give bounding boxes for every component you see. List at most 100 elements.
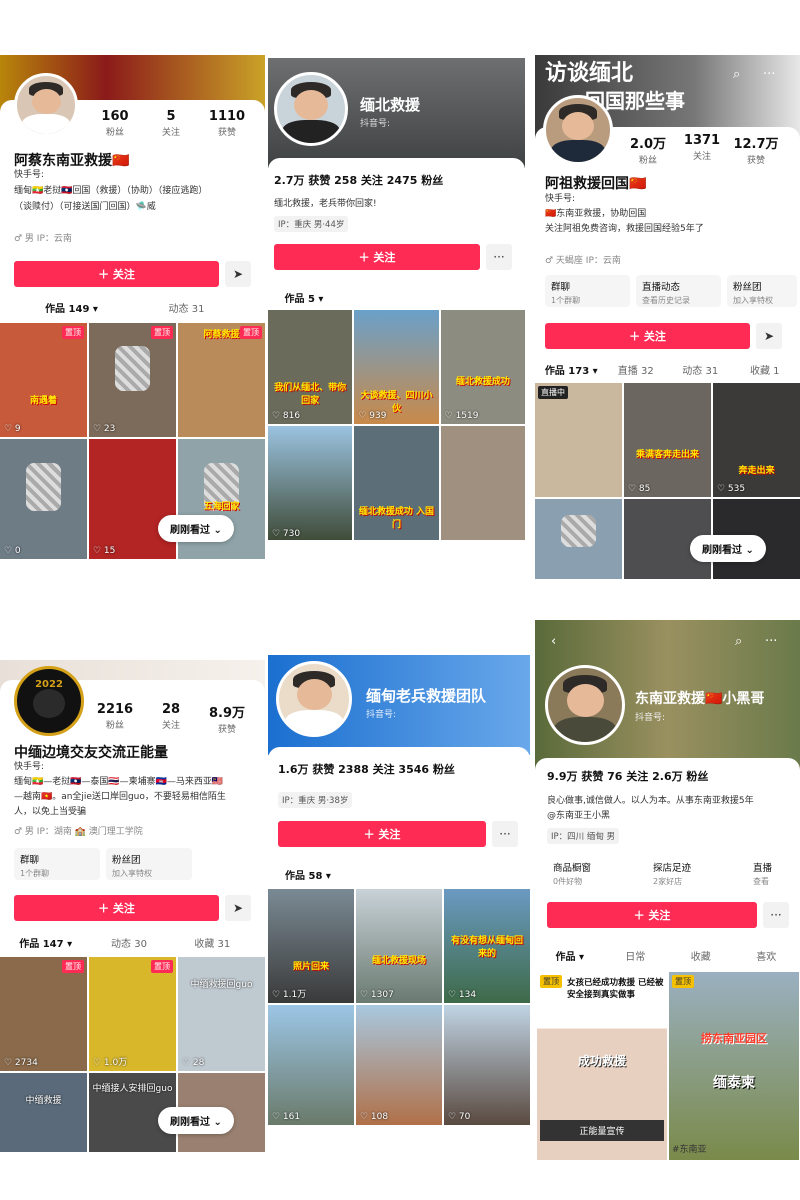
- video-thumb[interactable]: 大谈救援、四川小伙 ♡ 939: [354, 310, 439, 424]
- store-visits-card[interactable]: 探店足迹 2家好店: [647, 856, 739, 888]
- search-icon[interactable]: ⌕: [735, 634, 742, 649]
- video-thumb[interactable]: ♡ 15: [89, 439, 176, 559]
- video-thumb[interactable]: ♡ 730: [268, 426, 353, 540]
- avatar[interactable]: [545, 665, 625, 745]
- live-card[interactable]: 直播 查看: [747, 856, 800, 888]
- tab-favorites[interactable]: 收藏 1: [733, 362, 798, 377]
- video-thumb[interactable]: [440, 426, 525, 540]
- profile-tags: ♂ 天蝎座 IP：云南: [545, 256, 621, 266]
- stat-following: 5 关注: [161, 109, 180, 138]
- share-button[interactable]: ➤: [756, 323, 782, 349]
- video-thumb[interactable]: 中缅救援: [0, 1073, 87, 1152]
- follow-button[interactable]: ＋ 关注: [545, 323, 750, 349]
- stat-following: 1371 关注: [683, 133, 721, 162]
- video-thumb[interactable]: ♡ 0: [0, 439, 87, 559]
- more-icon[interactable]: ···: [763, 67, 775, 82]
- recently-watched-button[interactable]: 刷刚看过 ⌄: [158, 515, 234, 542]
- follow-button[interactable]: ＋ 关注: [274, 244, 480, 270]
- tab-likes[interactable]: 喜欢: [734, 948, 800, 963]
- video-thumb[interactable]: 置顶 捞东南亚园区 缅泰柬 #东南亚: [669, 972, 799, 1160]
- profile-panel-1: 160 粉丝 5 关注 1110 获赞 阿蔡东南亚救援🇨🇳 快手号: 缅甸🇲🇲老挝🇱🇦…: [0, 55, 265, 560]
- bio-line-1: 缅甸🇲🇲老挝🇱🇦回国（救援）（协助）（接应逃跑）: [14, 186, 208, 196]
- stats-line: 1.6万 获赞 2388 关注 3546 粉丝: [278, 763, 455, 776]
- live-history-card[interactable]: 直播动态 查看历史记录: [636, 275, 721, 307]
- more-button[interactable]: ···: [486, 244, 512, 270]
- fan-club-card[interactable]: 粉丝团 加入享特权: [106, 848, 192, 880]
- tab-works[interactable]: 作品 173 ▾: [539, 362, 604, 377]
- video-thumb[interactable]: 照片回来 ♡ 1.1万: [268, 889, 354, 1003]
- share-button[interactable]: ➤: [225, 895, 251, 921]
- avatar[interactable]: [276, 661, 352, 737]
- video-thumb[interactable]: 阿蔡救援 置顶: [178, 323, 265, 437]
- video-thumb[interactable]: 缅北救援成功 ♡ 1519: [440, 310, 525, 424]
- profile-tags: ♂ 男 IP：云南: [14, 234, 72, 244]
- account-id-label: 抖音号:: [635, 713, 666, 723]
- fan-club-card[interactable]: 粉丝团 加入享特权: [727, 275, 797, 307]
- video-thumb[interactable]: 我们从缅北、带你回家 ♡ 816: [268, 310, 353, 424]
- video-thumb[interactable]: ♡ 108: [356, 1005, 442, 1125]
- tab-works[interactable]: 作品 147 ▾: [4, 935, 87, 950]
- tab-dynamics[interactable]: 动态 31: [129, 300, 244, 315]
- stat-fans: 2216 粉丝: [96, 702, 134, 731]
- video-thumb[interactable]: 置顶 ♡ 23: [89, 323, 176, 437]
- video-thumb[interactable]: 直播中: [535, 383, 622, 497]
- video-thumb[interactable]: 置顶 ♡ 1.0万: [89, 957, 176, 1071]
- avatar[interactable]: 2022: [14, 666, 84, 736]
- avatar[interactable]: [14, 73, 78, 137]
- share-button[interactable]: ➤: [225, 261, 251, 287]
- profile-panel-3: 访谈缅北 回国那些事 ⌕ ··· 2.0万 粉丝 1371 关注 12.7万 获赞 阿…: [535, 55, 800, 580]
- video-thumb[interactable]: 南遇着 置顶 ♡ 9: [0, 323, 87, 437]
- account-id-label: 快手号:: [545, 194, 576, 204]
- video-grid: 我们从缅北、带你回家 ♡ 816 大谈救援、四川小伙 ♡ 939 缅北救援成功 ♡ 1…: [268, 310, 525, 540]
- follow-button[interactable]: ＋ 关注: [278, 821, 486, 847]
- tab-dynamics[interactable]: 动态 31: [668, 362, 733, 377]
- profile-tags: ♂ 男 IP：湖南 🏫 澳门理工学院: [14, 827, 143, 837]
- video-thumb[interactable]: 缅北救援现场 ♡ 1307: [356, 889, 442, 1003]
- profile-tags: IP：重庆 男·38岁: [278, 792, 353, 808]
- tab-favorites[interactable]: 收藏: [668, 948, 734, 963]
- tab-live[interactable]: 直播 32: [604, 362, 669, 377]
- back-icon[interactable]: ‹: [551, 634, 556, 649]
- video-thumb[interactable]: ♡ 70: [444, 1005, 530, 1125]
- recently-watched-button[interactable]: 刷刚看过 ⌄: [690, 535, 766, 562]
- video-thumb[interactable]: 有没有想从缅甸回来的 ♡ 134: [444, 889, 530, 1003]
- video-thumb[interactable]: [535, 499, 622, 579]
- video-thumb[interactable]: 置顶 女孩已经成功救援 已经被安全接到真实做事 成功救援 正能量宣传: [537, 972, 667, 1160]
- follow-button[interactable]: ＋ 关注: [547, 902, 757, 928]
- tab-works[interactable]: 作品 149 ▾: [14, 300, 129, 315]
- tab-works[interactable]: 作品 5 ▾: [274, 290, 334, 305]
- shop-window-card[interactable]: 商品橱窗 0件好物: [547, 856, 639, 888]
- video-thumb[interactable]: 乘满客奔走出来 ♡ 85: [624, 383, 711, 497]
- more-button[interactable]: ···: [492, 821, 518, 847]
- video-thumb[interactable]: 置顶 ♡ 2734: [0, 957, 87, 1071]
- tab-dynamics[interactable]: 动态 30: [87, 935, 170, 950]
- stats-line: 9.9万 获赞 76 关注 2.6万 粉丝: [547, 770, 709, 783]
- tab-favorites[interactable]: 收藏 31: [171, 935, 254, 950]
- bio-line-2: @东南亚王小黑: [547, 811, 611, 821]
- bio-line-3: 人，以免上当受骗: [14, 807, 87, 817]
- content-tabs: 作品 149 ▾ 动态 31: [14, 300, 244, 315]
- tab-works[interactable]: 作品 ▾: [537, 948, 603, 963]
- more-icon[interactable]: ···: [765, 634, 777, 649]
- more-button[interactable]: ···: [763, 902, 789, 928]
- avatar[interactable]: [274, 72, 348, 146]
- tab-works[interactable]: 作品 58 ▾: [278, 867, 338, 882]
- avatar[interactable]: [543, 95, 613, 165]
- video-thumb[interactable]: ♡ 161: [268, 1005, 354, 1125]
- recently-watched-button[interactable]: 刷刚看过 ⌄: [158, 1107, 234, 1134]
- video-thumb[interactable]: 奔走出来 ♡ 535: [713, 383, 800, 497]
- group-chat-card[interactable]: 群聊 1个群聊: [545, 275, 630, 307]
- tab-daily[interactable]: 日常: [603, 948, 669, 963]
- video-thumb[interactable]: 缅北救援成功 入国门: [354, 426, 439, 540]
- cover-title: 缅甸老兵救援团队: [366, 687, 487, 705]
- search-icon[interactable]: ⌕: [733, 67, 740, 82]
- follow-button[interactable]: ＋ 关注: [14, 895, 219, 921]
- video-thumb[interactable]: 中缅救援回guo ♡ 28: [178, 957, 265, 1071]
- group-chat-card[interactable]: 群聊 1个群聊: [14, 848, 100, 880]
- bio-line-1: 良心做事,诚信做人。以人为本。从事东南亚救援5年: [547, 796, 754, 806]
- profile-panel-6: ‹ ⌕ ··· 东南亚救援🇨🇳小黑哥 抖音号: 9.9万 获赞 76 关注 2.…: [535, 620, 800, 1160]
- content-tabs: 作品 147 ▾ 动态 30 收藏 31: [4, 935, 254, 950]
- follow-button[interactable]: ＋ 关注: [14, 261, 219, 287]
- bio-line-1: 缅甸🇲🇲—老挝🇱🇦—泰国🇹🇭—柬埔寨🇰🇭—马来西亚🇲🇾: [14, 777, 224, 787]
- profile-panel-5: 缅甸老兵救援团队 抖音号: 1.6万 获赞 2388 关注 3546 粉丝 IP…: [268, 655, 530, 1145]
